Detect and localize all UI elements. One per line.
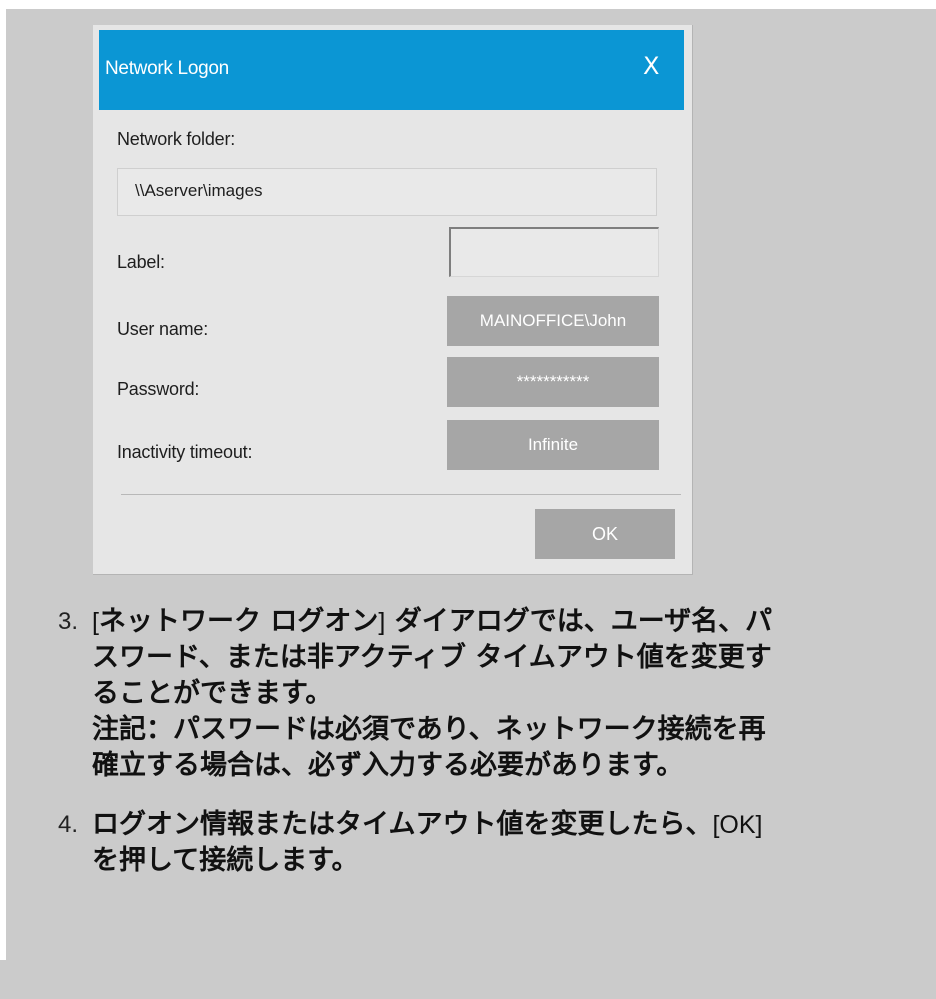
network-folder-value: \\Aserver\images <box>135 181 263 200</box>
dialog-titlebar: Network Logon X <box>99 30 684 110</box>
note-line: 確立する場合は、必ず入力する必要があります。 <box>92 750 684 781</box>
dialog-separator <box>121 494 681 495</box>
inactivity-timeout-label: Inactivity timeout: <box>117 442 253 462</box>
dialog-name-text: ネットワーク ログオン <box>98 606 379 637</box>
step-line: ログオン情報またはタイムアウト値を変更したら、[OK] <box>92 807 922 843</box>
network-folder-field: \\Aserver\images <box>117 168 657 216</box>
step-number: 4. <box>58 811 79 838</box>
label-input[interactable] <box>449 227 659 277</box>
dialog-title: Network Logon <box>105 58 229 79</box>
content-panel: Network Logon X Network folder: \\Aserve… <box>6 9 936 999</box>
network-logon-dialog: Network Logon X Network folder: \\Aserve… <box>93 25 693 575</box>
network-folder-label: Network folder: <box>117 129 236 149</box>
step-text: [ネットワーク ログオン] ダイアログでは、ユーザ名、パ スワード、または非アク… <box>92 604 922 784</box>
step-line: ることができます。 <box>92 678 333 709</box>
step-line: を押して接続します。 <box>92 845 359 876</box>
password-field[interactable]: *********** <box>447 357 659 407</box>
step-text: ログオン情報またはタイムアウト値を変更したら、[OK] を押して接続します。 <box>92 807 922 879</box>
ok-reference: [OK] <box>712 811 763 839</box>
step-line: スワード、または非アクティブ タイムアウト値を変更す <box>92 642 772 673</box>
ok-button[interactable]: OK <box>535 509 675 559</box>
step-number: 3. <box>58 608 79 635</box>
label-label: Label: <box>117 252 165 272</box>
user-name-field[interactable]: MAINOFFICE\John <box>447 296 659 346</box>
bracket-open: [ <box>92 608 99 636</box>
user-name-label: User name: <box>117 319 209 339</box>
close-icon[interactable]: X <box>643 52 659 80</box>
step-line-text: ログオン情報またはタイムアウト値を変更したら、 <box>92 809 713 840</box>
panel-notch <box>0 960 6 999</box>
inactivity-timeout-field[interactable]: Infinite <box>447 420 659 470</box>
note-line: 注記：パスワードは必須であり、ネットワーク接続を再 <box>92 714 766 745</box>
step-line: [ネットワーク ログオン] ダイアログでは、ユーザ名、パ <box>92 604 922 640</box>
step-line-text: ダイアログでは、ユーザ名、パ <box>385 606 773 637</box>
password-label: Password: <box>117 379 200 399</box>
